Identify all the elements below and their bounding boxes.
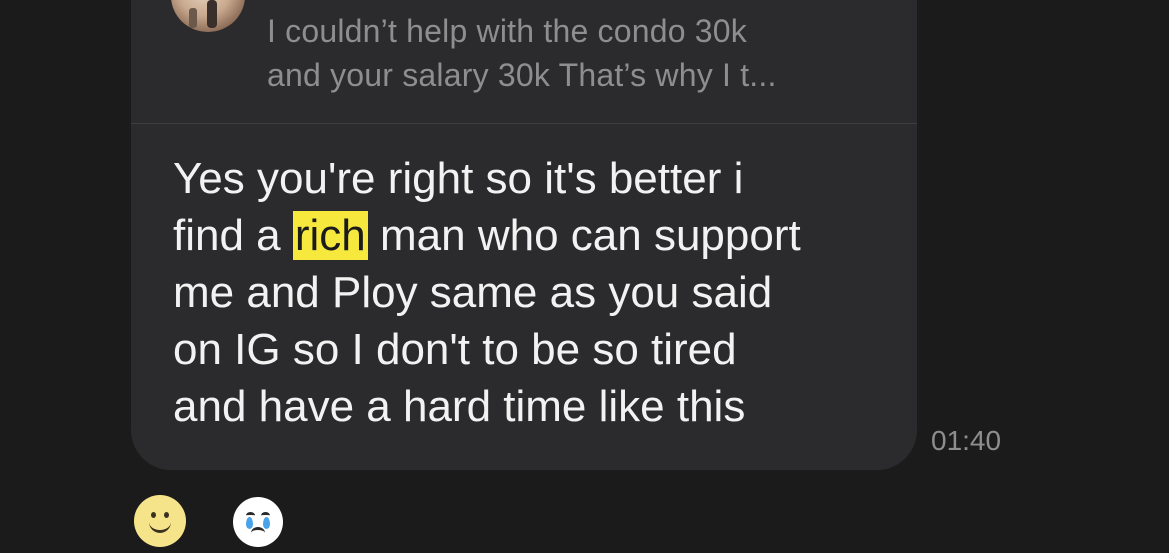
avatar-figure: [207, 0, 217, 28]
chat-screen: I couldn’t help with the condo 30k and y…: [0, 0, 1169, 553]
smile-right-eye: [164, 512, 169, 518]
avatar-figure-secondary: [189, 8, 197, 28]
cry-mouth: [251, 527, 265, 539]
smile-mouth: [149, 519, 171, 533]
reply-preview-line-1: I couldn’t help with the condo 30k: [267, 13, 748, 49]
crying-face-icon[interactable]: [233, 497, 283, 547]
cry-right-tear: [263, 517, 270, 529]
smiling-face-icon[interactable]: [134, 495, 186, 547]
reply-preview[interactable]: I couldn’t help with the condo 30k and y…: [267, 9, 887, 97]
message-line-2: find a rich man who can support: [173, 207, 903, 264]
message-line-3: me and Ploy same as you said: [173, 268, 773, 317]
message-line-2-before: find a: [173, 211, 281, 260]
reply-divider: [131, 123, 917, 124]
message-line-4: on IG so I don't to be so tired: [173, 325, 737, 374]
message-line-2-after: man who can support: [380, 211, 801, 260]
message-text: Yes you're right so it's better i find a…: [173, 150, 903, 435]
message-timestamp: 01:40: [931, 425, 1002, 456]
search-highlight: rich: [292, 211, 368, 260]
message-line-1: Yes you're right so it's better i: [173, 154, 744, 203]
message-line-5: and have a hard time like this: [173, 382, 746, 431]
reply-preview-line-2: and your salary 30k That’s why I t...: [267, 57, 777, 93]
smile-left-eye: [151, 512, 156, 518]
cry-left-tear: [246, 517, 253, 529]
